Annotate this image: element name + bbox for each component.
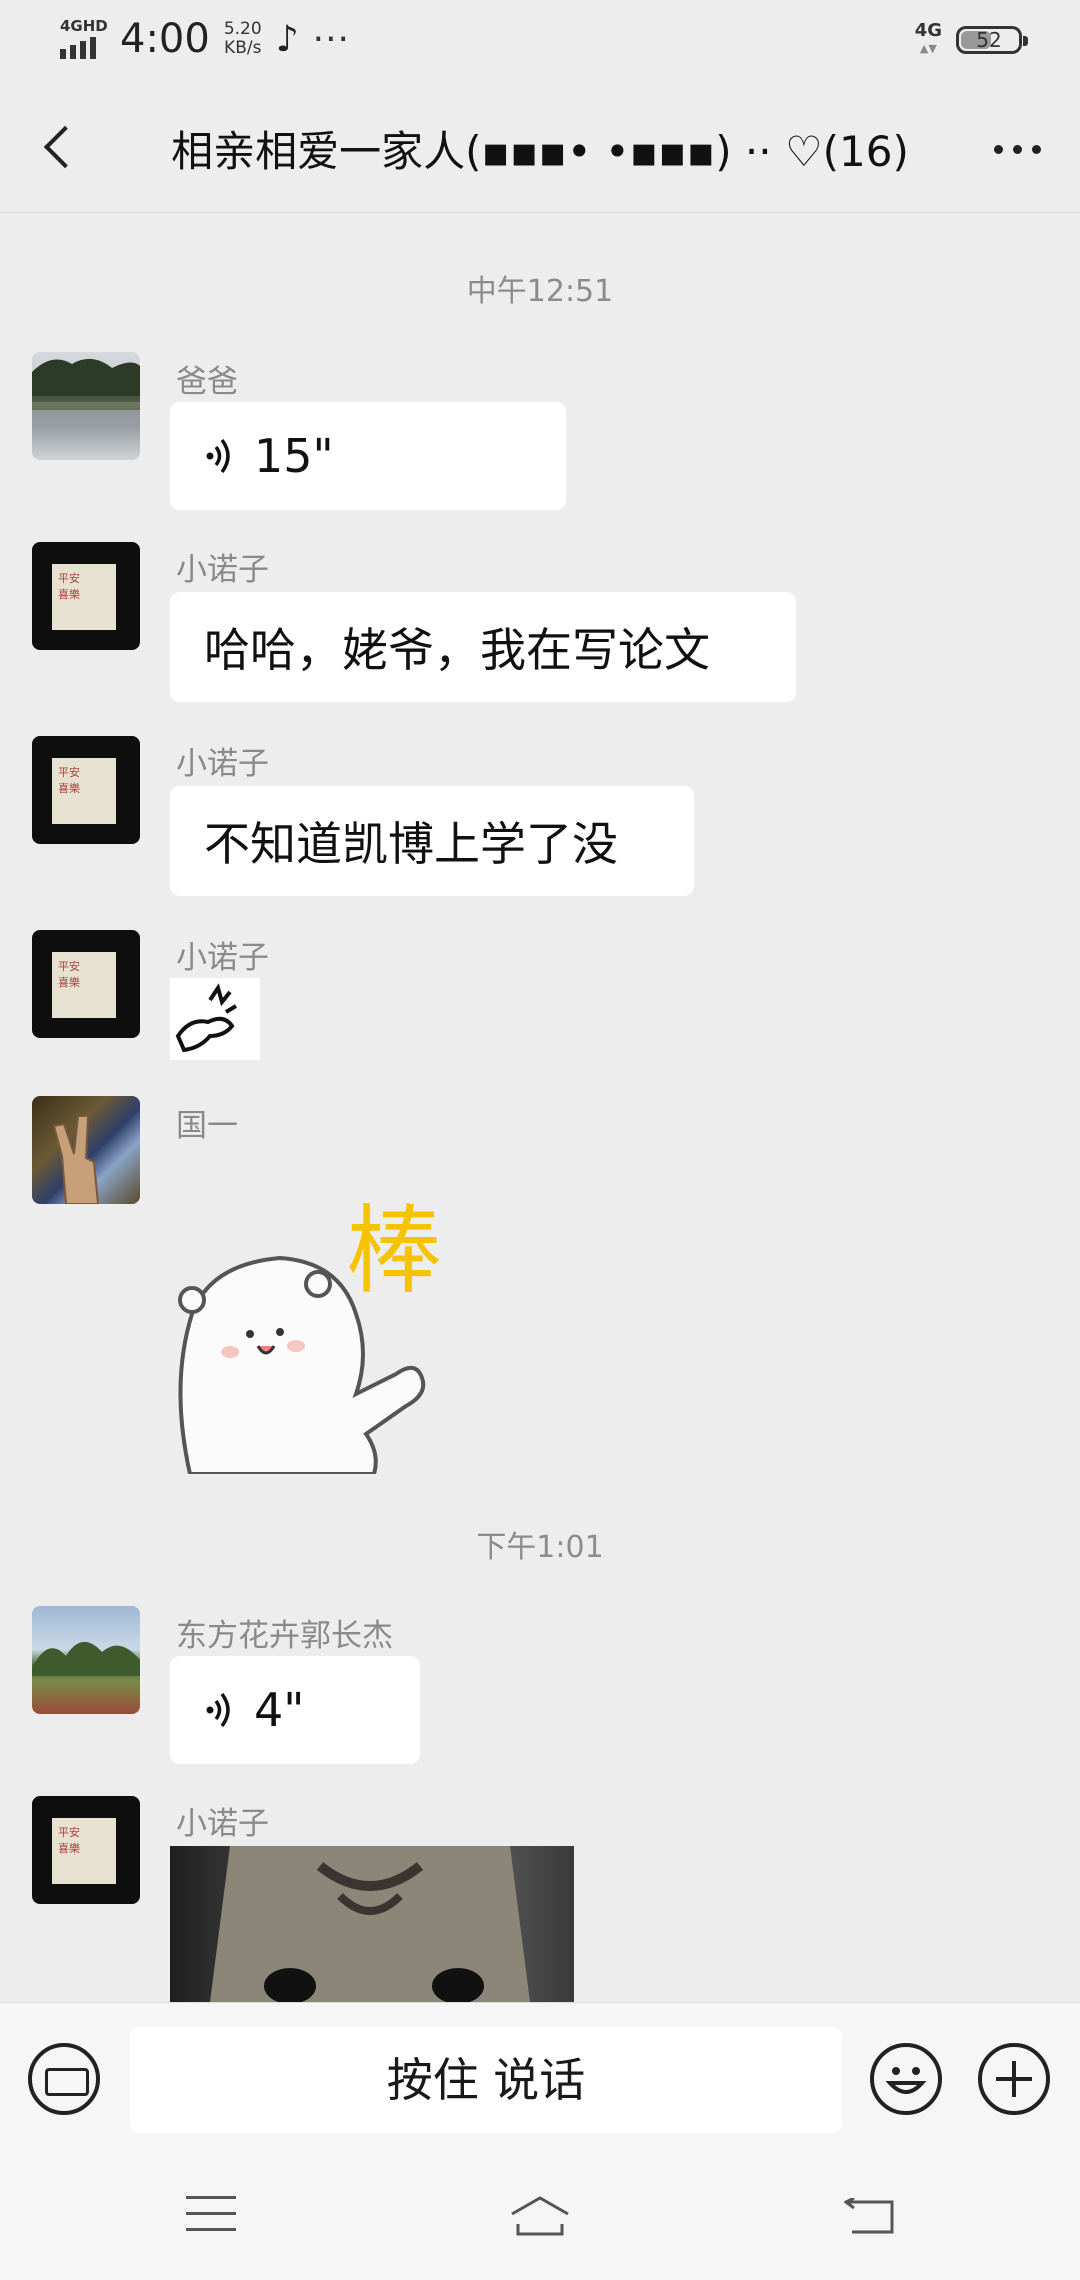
battery-level: 52 bbox=[976, 28, 1002, 52]
avatar[interactable] bbox=[32, 352, 140, 460]
home-icon[interactable] bbox=[508, 2194, 572, 2238]
image-message[interactable] bbox=[170, 1846, 574, 2002]
sender-name: 小诺子 bbox=[176, 940, 269, 976]
message-text: 哈哈，姥爷，我在写论文 bbox=[204, 623, 710, 677]
mobile-data-icon: 4G ▲▼ bbox=[914, 20, 942, 56]
chat-header: 相亲相爱一家人(▪▪▪• •▪▪▪) ·· ♡(16) bbox=[0, 84, 1080, 213]
keyboard-toggle-button[interactable] bbox=[28, 2043, 100, 2115]
sender-name: 爸爸 bbox=[176, 364, 238, 400]
more-actions-button[interactable] bbox=[978, 2043, 1050, 2115]
smiley-icon bbox=[885, 2067, 927, 2094]
sender-name: 小诺子 bbox=[176, 746, 269, 782]
battery-icon: 52 bbox=[956, 26, 1028, 54]
back-arrow-icon[interactable] bbox=[844, 2198, 894, 2234]
more-options-button[interactable] bbox=[982, 124, 1052, 174]
avatar[interactable]: 平安 喜樂 bbox=[32, 736, 140, 844]
hold-to-talk-button[interactable]: 按住 说话 bbox=[130, 2027, 842, 2133]
text-message-bubble[interactable]: 哈哈，姥爷，我在写论文 bbox=[170, 592, 796, 702]
emoji-button[interactable] bbox=[870, 2043, 942, 2115]
message-text: 不知道凯博上学了没 bbox=[204, 817, 618, 871]
chat-title: 相亲相爱一家人(▪▪▪• •▪▪▪) ·· ♡(16) bbox=[171, 127, 909, 176]
status-bar: 4GHD 4:00 5.20 KB/s ♪ ··· 4G ▲▼ 52 bbox=[0, 0, 1080, 84]
network-label: 4GHD bbox=[60, 17, 108, 35]
voice-wave-icon bbox=[206, 1692, 230, 1728]
voice-message-bubble[interactable]: 4" bbox=[170, 1656, 420, 1764]
message-timestamp: 中午12:51 bbox=[466, 274, 614, 309]
voice-duration: 15" bbox=[254, 429, 334, 483]
sender-name: 小诺子 bbox=[176, 552, 269, 588]
more-notifications-icon: ··· bbox=[312, 18, 351, 60]
avatar[interactable]: 平安 喜樂 bbox=[32, 930, 140, 1038]
signal-icon: 4GHD bbox=[58, 17, 108, 61]
avatar[interactable]: 平安 喜樂 bbox=[32, 542, 140, 650]
sender-name: 国一 bbox=[176, 1108, 238, 1144]
voice-duration: 4" bbox=[254, 1683, 305, 1737]
back-button[interactable] bbox=[34, 122, 86, 174]
voice-wave-icon bbox=[206, 438, 230, 474]
sticker-text: 棒 bbox=[346, 1195, 442, 1307]
voice-message-bubble[interactable]: 15" bbox=[170, 402, 566, 510]
sender-name: 小诺子 bbox=[176, 1806, 269, 1842]
system-navigation-bar bbox=[0, 2152, 1080, 2280]
text-message-bubble[interactable]: 不知道凯博上学了没 bbox=[170, 786, 694, 896]
sticker-image[interactable] bbox=[170, 978, 260, 1060]
avatar[interactable]: 平安 喜樂 bbox=[32, 1796, 140, 1904]
input-bar: 按住 说话 bbox=[0, 2002, 1080, 2153]
sticker-image[interactable]: 棒 bbox=[170, 1184, 480, 1476]
avatar[interactable] bbox=[32, 1096, 140, 1204]
keyboard-icon bbox=[45, 2068, 89, 2096]
sender-name: 东方花卉郭长杰 bbox=[176, 1618, 393, 1654]
tiktok-icon: ♪ bbox=[275, 18, 299, 60]
network-speed: 5.20 KB/s bbox=[223, 19, 262, 58]
status-time: 4:00 bbox=[120, 16, 210, 62]
avatar[interactable] bbox=[32, 1606, 140, 1714]
message-timestamp: 下午1:01 bbox=[476, 1530, 604, 1565]
menu-icon[interactable] bbox=[186, 2196, 236, 2232]
